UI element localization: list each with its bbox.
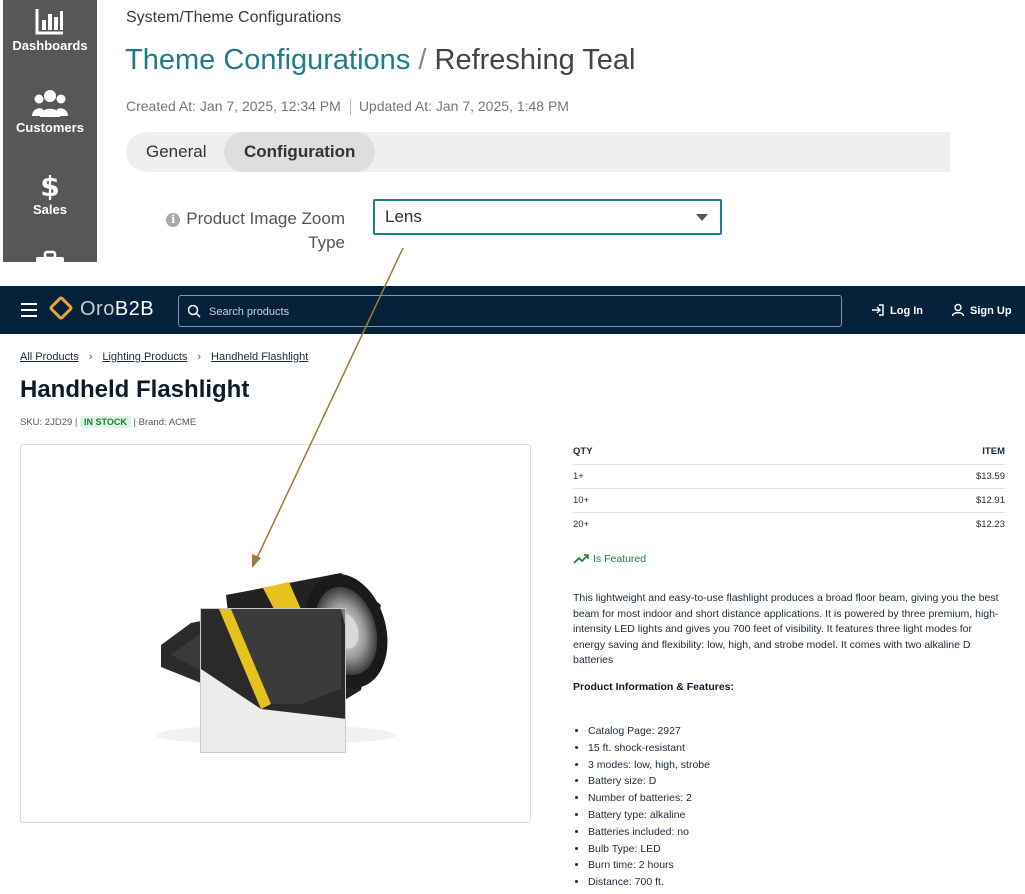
features-heading: Product Information & Features:	[573, 681, 735, 693]
chevron-down-icon	[696, 214, 708, 221]
list-item: 15 ft. shock-resistant	[588, 740, 710, 757]
sidebar-item-dashboards[interactable]: Dashboards	[3, 6, 97, 53]
briefcase-icon	[36, 250, 64, 262]
user-icon	[951, 303, 965, 317]
chart-bar-icon	[35, 9, 63, 35]
select-value: Lens	[385, 207, 422, 226]
price-value: $12.23	[975, 519, 1005, 530]
sidebar-item-customers[interactable]: Customers	[3, 88, 97, 135]
product-title: Handheld Flashlight	[20, 376, 250, 403]
chevron-right-icon: ›	[88, 351, 93, 363]
field-label-text: Product Image Zoom Type	[186, 209, 345, 252]
breadcrumb-system[interactable]: System	[126, 9, 179, 26]
search-icon[interactable]	[187, 304, 201, 318]
list-item: Number of batteries: 2	[588, 790, 710, 807]
meta-divider	[349, 99, 351, 116]
login-label: Log In	[890, 305, 923, 317]
trending-up-icon	[573, 554, 589, 564]
created-at: Created At: Jan 7, 2025, 12:34 PM	[126, 98, 341, 114]
logo-text: OroB2B	[80, 298, 155, 320]
list-item: Burn time: 2 hours	[588, 857, 710, 874]
breadcrumb: System/Theme Configurations	[126, 9, 341, 27]
product-meta: SKU: 2JD29 | IN STOCK | Brand: ACME	[20, 416, 197, 428]
zoom-lens-image	[201, 609, 345, 752]
tab-general[interactable]: General	[126, 132, 226, 172]
sidebar-item-label: Customers	[16, 120, 84, 135]
table-row: 1+ $13.59	[573, 464, 1005, 488]
product-image-zoom-type-select[interactable]: Lens	[373, 199, 722, 235]
price-qty: 20+	[573, 519, 590, 530]
tab-bar: General Configuration	[126, 132, 950, 172]
features-list: Catalog Page: 2927 15 ft. shock-resistan…	[573, 723, 710, 891]
stock-badge: IN STOCK	[80, 416, 131, 428]
users-icon	[32, 90, 68, 117]
table-row: 20+ $12.23	[573, 512, 1005, 536]
search-input[interactable]	[207, 296, 831, 328]
search-box	[178, 295, 842, 328]
product-brand: Brand: ACME	[138, 417, 197, 428]
price-value: $13.59	[975, 471, 1005, 482]
price-table: QTY ITEM 1+ $13.59 10+ $12.91 20+ $12.23	[573, 446, 1005, 536]
price-table-header: QTY ITEM	[573, 446, 1005, 464]
crumb-all-products[interactable]: All Products	[20, 351, 79, 363]
login-link[interactable]: Log In	[871, 303, 923, 317]
signup-link[interactable]: Sign Up	[951, 303, 1012, 317]
product-sku: SKU: 2JD29	[20, 417, 73, 428]
featured-indicator: Is Featured	[573, 553, 646, 565]
list-item: Batteries included: no	[588, 824, 710, 841]
sidebar-item-label: Dashboards	[12, 38, 88, 53]
list-item: Battery type: alkaline	[588, 807, 710, 824]
dollar-icon: $	[40, 170, 59, 200]
info-icon[interactable]: i	[166, 213, 181, 227]
breadcrumb-theme-configurations[interactable]: Theme Configurations	[184, 9, 341, 26]
storefront-preview: OroB2B Log In Sign Up All Products › Light…	[0, 286, 1025, 894]
product-breadcrumbs: All Products › Lighting Products › Handheld …	[20, 351, 308, 363]
price-value: $12.91	[975, 495, 1005, 506]
crumb-lighting-products[interactable]: Lighting Products	[102, 351, 187, 363]
page-title-name: Refreshing Teal	[434, 44, 636, 76]
sidebar-item-sales[interactable]: $ Sales	[3, 170, 97, 217]
signup-label: Sign Up	[970, 305, 1012, 317]
tab-configuration[interactable]: Configuration	[224, 132, 376, 172]
list-item: Battery size: D	[588, 773, 710, 790]
product-description: This lightweight and easy-to-use flashli…	[573, 592, 999, 666]
logo-mark-icon	[48, 295, 74, 321]
admin-sidebar: Dashboards Customers $ Sales	[3, 0, 97, 262]
list-item: Catalog Page: 2927	[588, 723, 710, 740]
product-image-zoom-type-label: i Product Image Zoom Type	[163, 207, 345, 255]
price-header-qty: QTY	[573, 446, 593, 457]
price-header-item: ITEM	[982, 446, 1005, 457]
chevron-right-icon: ›	[197, 351, 202, 363]
crumb-handheld-flashlight[interactable]: Handheld Flashlight	[211, 351, 308, 363]
page-title-separator: /	[418, 44, 427, 76]
sidebar-item-label: Sales	[33, 202, 67, 217]
featured-label: Is Featured	[593, 553, 647, 565]
price-qty: 1+	[573, 471, 584, 482]
list-item: 3 modes: low, high, strobe	[588, 757, 710, 774]
svg-text:$: $	[40, 170, 59, 200]
table-row: 10+ $12.91	[573, 488, 1005, 512]
login-icon	[872, 304, 884, 316]
store-header: OroB2B Log In Sign Up	[0, 286, 1025, 334]
zoom-lens-preview	[200, 608, 346, 753]
price-qty: 10+	[573, 495, 590, 506]
sidebar-item-more[interactable]	[3, 250, 97, 262]
list-item: Distance: 700 ft.	[588, 874, 710, 891]
updated-at: Updated At: Jan 7, 2025, 1:48 PM	[358, 98, 569, 114]
list-item: Bulb Type: LED	[588, 841, 710, 858]
hamburger-menu-icon[interactable]	[21, 303, 37, 321]
page-title: Theme Configurations / Refreshing Teal	[125, 44, 636, 77]
record-meta: Created At: Jan 7, 2025, 12:34 PM Updated…	[126, 98, 569, 116]
page-title-section[interactable]: Theme Configurations	[125, 44, 410, 76]
